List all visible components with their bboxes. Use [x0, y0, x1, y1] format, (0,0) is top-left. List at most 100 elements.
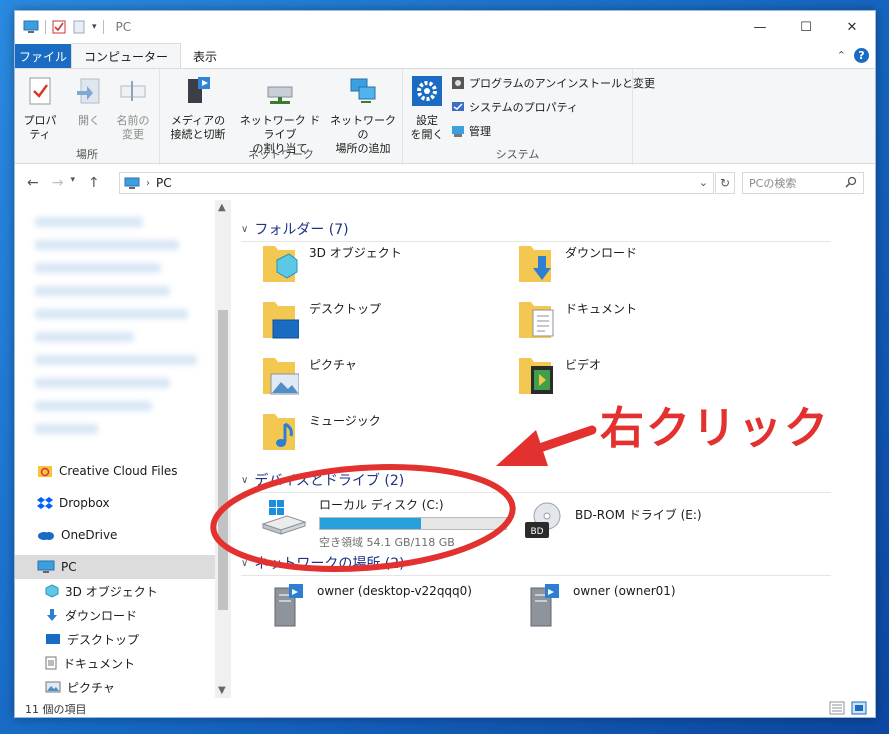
media-connect-button[interactable]: メディアの 接続と切断 [162, 75, 234, 142]
network-drive-icon [267, 86, 293, 104]
folder-label: 3D オブジェクト [309, 246, 402, 260]
scrollbar-thumb[interactable] [218, 310, 228, 610]
folder-3d-objects[interactable]: 3D オブジェクト [259, 240, 402, 286]
refresh-button[interactable]: ↻ [715, 172, 735, 194]
nav-item-label: ダウンロード [65, 608, 138, 623]
large-icons-view-icon[interactable] [851, 701, 867, 715]
music-folder-icon [263, 414, 295, 450]
address-bar[interactable]: › PC ⌄ [119, 172, 714, 194]
nav-item-onedrive[interactable]: OneDrive [15, 523, 215, 547]
map-network-drive-button[interactable]: ネットワーク ドライブ の割り当て [236, 75, 324, 156]
search-input[interactable]: PCの検索 [742, 172, 864, 194]
explorer-window: ▾ PC — ☐ ✕ ファイル コンピューター 表示 ⌃ ? プロパティ 開く [14, 10, 876, 718]
manage-button[interactable]: 管理 [451, 123, 491, 139]
rename-label-1: 名前の [116, 114, 150, 127]
tab-computer[interactable]: コンピューター [71, 43, 182, 68]
close-button[interactable]: ✕ [829, 11, 875, 43]
search-placeholder: PCの検索 [749, 177, 797, 190]
document-icon [45, 656, 57, 670]
folder-downloads[interactable]: ダウンロード [515, 240, 637, 286]
network-location-owner01[interactable]: owner (owner01) [527, 580, 676, 628]
maximize-button[interactable]: ☐ [783, 11, 829, 43]
group-header-network[interactable]: ∨ ネットワークの場所 (2) [241, 553, 831, 576]
media-connect-label-1: メディアの [170, 114, 226, 127]
drive-bd-rom-e[interactable]: BD BD-ROM ドライブ (E:) [523, 500, 702, 540]
nav-item-downloads[interactable]: ダウンロード [15, 603, 215, 627]
minimize-button[interactable]: — [737, 11, 783, 43]
bd-rom-drive-icon: BD [525, 502, 561, 538]
address-dropdown-icon[interactable]: ⌄ [699, 176, 708, 189]
system-properties-button[interactable]: システムのプロパティ [451, 99, 578, 115]
nav-item-3d-objects[interactable]: 3D オブジェクト [15, 579, 215, 603]
customize-quick-access-icon[interactable]: ▾ [92, 22, 97, 32]
add-network-location-button[interactable]: ネットワークの 場所の追加 [328, 75, 398, 156]
nav-item-pc[interactable]: PC [15, 555, 215, 579]
window-title: PC [115, 20, 132, 34]
collapse-chevron-icon[interactable]: ∨ [241, 558, 248, 569]
collapse-chevron-icon[interactable]: ∨ [241, 224, 248, 235]
navigation-pane-scrollbar[interactable]: ▲ ▼ [215, 200, 231, 698]
nav-item-documents[interactable]: ドキュメント [15, 651, 215, 675]
folder-pictures[interactable]: ピクチャ [259, 352, 357, 398]
ribbon-expand-icon[interactable]: ⌃ [837, 49, 846, 62]
pc-icon [23, 20, 39, 33]
nav-item-creative-cloud[interactable]: Creative Cloud Files [15, 459, 215, 483]
group-header-label: フォルダー (7) [254, 222, 349, 238]
back-arrow-icon[interactable]: ← [27, 175, 39, 191]
nav-item-desktop[interactable]: デスクトップ [15, 627, 215, 651]
open-label: 開く [78, 114, 100, 127]
folder-documents[interactable]: ドキュメント [515, 296, 637, 342]
network-share-icon [530, 584, 559, 627]
open-button[interactable]: 開く [71, 75, 107, 128]
open-settings-label-2: を開く [410, 128, 444, 141]
uninstall-label: プログラムのアンインストールと変更 [469, 77, 656, 90]
rename-button[interactable]: 名前の 変更 [113, 75, 153, 142]
3d-objects-icon [45, 584, 59, 598]
group-header-folders[interactable]: ∨ フォルダー (7) [241, 219, 831, 242]
folder-videos[interactable]: ビデオ [515, 352, 601, 398]
window-controls: — ☐ ✕ [737, 11, 875, 43]
tab-view[interactable]: 表示 [181, 44, 229, 68]
recent-locations-icon[interactable]: ▾ [70, 175, 75, 191]
rename-icon [120, 81, 146, 101]
breadcrumb-pc[interactable]: PC [156, 176, 172, 190]
ribbon-group-network: メディアの 接続と切断 ネットワーク ドライブ の割り当て ネットワークの 場所… [160, 69, 403, 165]
folder-label: ダウンロード [565, 246, 638, 260]
properties-quick-icon[interactable] [52, 20, 66, 34]
breadcrumb-separator-icon[interactable]: › [146, 178, 150, 189]
details-view-icon[interactable] [829, 701, 845, 715]
nav-item-label: Creative Cloud Files [59, 464, 178, 478]
map-network-drive-label-1: ネットワーク ドライブ [239, 114, 321, 141]
annotation-label: 右クリック [600, 403, 830, 454]
settings-gear-icon [412, 76, 442, 106]
nav-item-dropbox[interactable]: Dropbox [15, 491, 215, 515]
scroll-up-icon[interactable]: ▲ [218, 202, 226, 213]
title-bar: ▾ PC — ☐ ✕ [15, 11, 875, 43]
collapse-chevron-icon[interactable]: ∨ [241, 475, 248, 486]
group-header-drives[interactable]: ∨ デバイスとドライブ (2) [241, 470, 831, 493]
drive-info: ローカル ディスク (C:) 空き領域 54.1 GB/118 GB [319, 496, 507, 550]
pictures-folder-icon [263, 358, 299, 395]
up-arrow-icon[interactable]: ↑ [88, 175, 100, 191]
pc-icon [124, 177, 140, 189]
properties-button[interactable]: プロパティ [19, 75, 61, 142]
drive-local-disk-c[interactable]: ローカル ディスク (C:) 空き領域 54.1 GB/118 GB [259, 496, 507, 550]
help-icon[interactable]: ? [854, 48, 869, 63]
dropbox-icon [37, 497, 53, 509]
folder-desktop[interactable]: デスクトップ [259, 296, 381, 342]
network-location-desktop[interactable]: owner (desktop-v22qqq0) [271, 580, 472, 628]
rename-label-2: 変更 [122, 128, 144, 141]
nav-item-label: ドキュメント [63, 656, 136, 671]
group-label-system: システム [495, 148, 540, 161]
folder-music[interactable]: ミュージック [259, 408, 381, 454]
forward-arrow-icon[interactable]: → [52, 175, 64, 191]
scroll-down-icon[interactable]: ▼ [218, 685, 226, 696]
svg-text:BD: BD [530, 527, 543, 537]
open-settings-button[interactable]: 設定 を開く [407, 75, 447, 142]
nav-item-pictures[interactable]: ピクチャ [15, 675, 215, 699]
windows-drive-icon [261, 500, 307, 535]
tab-file[interactable]: ファイル [15, 44, 71, 68]
blurred-quick-access-list [35, 204, 215, 444]
new-folder-quick-icon[interactable] [72, 20, 86, 34]
uninstall-program-button[interactable]: プログラムのアンインストールと変更 [451, 75, 655, 91]
